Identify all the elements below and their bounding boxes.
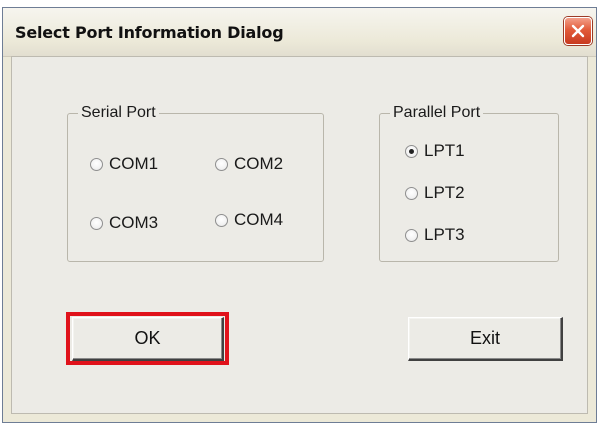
radio-lpt2[interactable]: LPT2 <box>405 183 465 203</box>
close-icon <box>571 24 585 38</box>
dialog-content: Serial Port COM1 COM2 COM3 COM4 Parallel… <box>11 56 588 414</box>
radio-label: COM4 <box>234 210 284 229</box>
serial-port-group: Serial Port COM1 COM2 COM3 COM4 <box>67 104 324 262</box>
radio-button[interactable] <box>215 157 228 171</box>
radio-button[interactable] <box>405 228 418 242</box>
radio-label: LPT1 <box>424 141 465 160</box>
parallel-port-legend: Parallel Port <box>393 104 481 121</box>
exit-button[interactable]: Exit <box>408 317 563 361</box>
radio-button[interactable] <box>90 157 103 171</box>
close-button[interactable] <box>564 17 592 45</box>
radio-button[interactable] <box>215 213 228 227</box>
radio-lpt1[interactable]: LPT1 <box>405 141 465 161</box>
radio-com3[interactable]: COM3 <box>90 213 158 233</box>
radio-com4[interactable]: COM4 <box>215 210 283 230</box>
serial-port-legend: Serial Port <box>81 104 156 121</box>
radio-button[interactable] <box>90 216 103 230</box>
radio-label: COM1 <box>109 154 159 173</box>
radio-button[interactable] <box>405 186 418 200</box>
radio-button[interactable] <box>405 144 418 158</box>
radio-label: LPT3 <box>424 225 465 244</box>
radio-label: COM3 <box>109 213 159 232</box>
radio-com1[interactable]: COM1 <box>90 154 158 174</box>
select-port-dialog: Select Port Information Dialog Serial Po… <box>2 7 597 423</box>
dialog-title: Select Port Information Dialog <box>15 23 284 42</box>
radio-label: LPT2 <box>424 183 465 202</box>
radio-lpt3[interactable]: LPT3 <box>405 225 465 245</box>
parallel-port-group: Parallel Port LPT1 LPT2 LPT3 <box>379 104 559 262</box>
radio-com2[interactable]: COM2 <box>215 154 283 174</box>
title-bar[interactable]: Select Port Information Dialog <box>3 8 596 57</box>
ok-button[interactable]: OK <box>72 317 224 361</box>
radio-label: COM2 <box>234 154 284 173</box>
